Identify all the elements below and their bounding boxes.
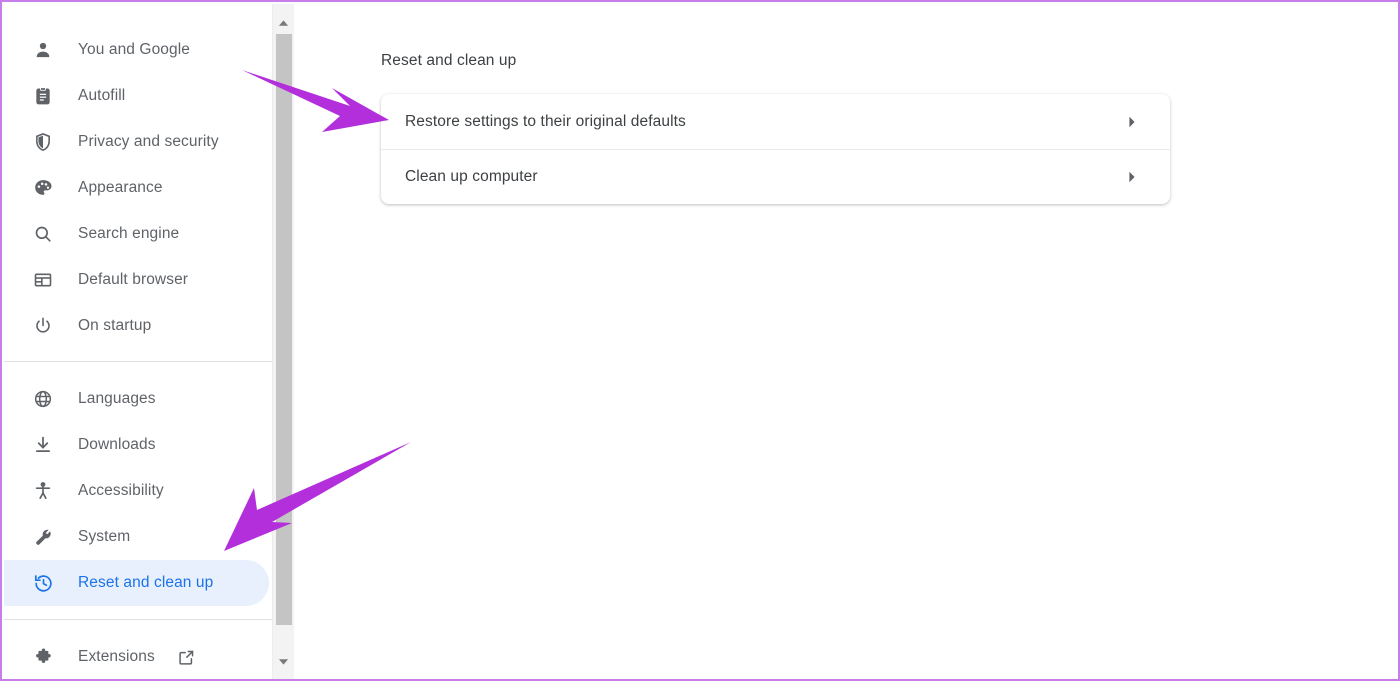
sidebar-item-label: Downloads	[78, 436, 156, 453]
scrollbar-thumb[interactable]	[276, 34, 292, 625]
sidebar-scrollbar[interactable]	[272, 4, 294, 679]
sidebar-item-label: Appearance	[78, 179, 163, 196]
sidebar-item-search-engine[interactable]: Search engine	[4, 211, 272, 257]
page-title: Reset and clean up	[381, 52, 517, 69]
browser-window-icon	[32, 269, 54, 291]
sidebar-item-label: System	[78, 528, 131, 545]
person-icon	[32, 39, 54, 61]
sidebar-item-label: Extensions	[78, 648, 155, 665]
reset-and-clean-up-card: Restore settings to their original defau…	[381, 94, 1170, 204]
sidebar-item-label: Privacy and security	[78, 133, 219, 150]
power-icon	[32, 315, 54, 337]
search-icon	[32, 223, 54, 245]
sidebar-divider-1	[4, 361, 272, 362]
sidebar-item-reset-and-clean-up[interactable]: Reset and clean up	[4, 560, 269, 606]
sidebar-item-system[interactable]: System	[4, 514, 272, 560]
restore-history-icon	[32, 572, 54, 594]
sidebar-group-extensions: Extensions	[4, 634, 272, 679]
sidebar-item-label: Reset and clean up	[78, 574, 214, 591]
sidebar-item-autofill[interactable]: Autofill	[4, 73, 272, 119]
row-restore-settings-to-defaults[interactable]: Restore settings to their original defau…	[381, 94, 1170, 149]
wrench-icon	[32, 526, 54, 548]
accessibility-icon	[32, 480, 54, 502]
sidebar-item-label: Accessibility	[78, 482, 164, 499]
sidebar-group-advanced: Languages Downloads Accessibility System	[4, 376, 272, 606]
row-label: Restore settings to their original defau…	[405, 112, 686, 130]
clipboard-icon	[32, 85, 54, 107]
sidebar-item-label: You and Google	[78, 41, 191, 58]
sidebar-divider-2	[4, 619, 272, 620]
chrome-settings-window: You and Google Autofill Privacy and secu…	[0, 0, 1400, 681]
sidebar-item-label: Autofill	[78, 87, 126, 104]
chevron-right-icon	[1128, 171, 1136, 183]
sidebar-item-default-browser[interactable]: Default browser	[4, 257, 272, 303]
settings-main-content: Reset and clean up Restore settings to t…	[294, 4, 1396, 677]
sidebar-item-downloads[interactable]: Downloads	[4, 422, 272, 468]
scroll-up-arrow-icon[interactable]	[273, 12, 294, 34]
sidebar-item-label: Search engine	[78, 225, 180, 242]
sidebar-item-label: Default browser	[78, 271, 189, 288]
open-in-new-icon[interactable]	[177, 648, 196, 667]
sidebar-item-you-and-google[interactable]: You and Google	[4, 27, 272, 73]
sidebar-group-primary: You and Google Autofill Privacy and secu…	[4, 27, 272, 349]
chevron-right-icon	[1128, 116, 1136, 128]
palette-icon	[32, 177, 54, 199]
sidebar-item-languages[interactable]: Languages	[4, 376, 272, 422]
row-clean-up-computer[interactable]: Clean up computer	[381, 149, 1170, 204]
shield-icon	[32, 131, 54, 153]
sidebar-item-accessibility[interactable]: Accessibility	[4, 468, 272, 514]
sidebar-item-extensions[interactable]: Extensions	[4, 634, 272, 679]
puzzle-piece-icon	[32, 646, 54, 668]
globe-icon	[32, 388, 54, 410]
sidebar-item-on-startup[interactable]: On startup	[4, 303, 272, 349]
sidebar-item-label: On startup	[78, 317, 152, 334]
row-label: Clean up computer	[405, 168, 538, 185]
settings-sidebar: You and Google Autofill Privacy and secu…	[4, 4, 272, 679]
scroll-down-arrow-icon[interactable]	[273, 651, 294, 673]
sidebar-item-appearance[interactable]: Appearance	[4, 165, 272, 211]
sidebar-item-label: Languages	[78, 390, 156, 407]
download-icon	[32, 434, 54, 456]
sidebar-item-privacy-and-security[interactable]: Privacy and security	[4, 119, 272, 165]
